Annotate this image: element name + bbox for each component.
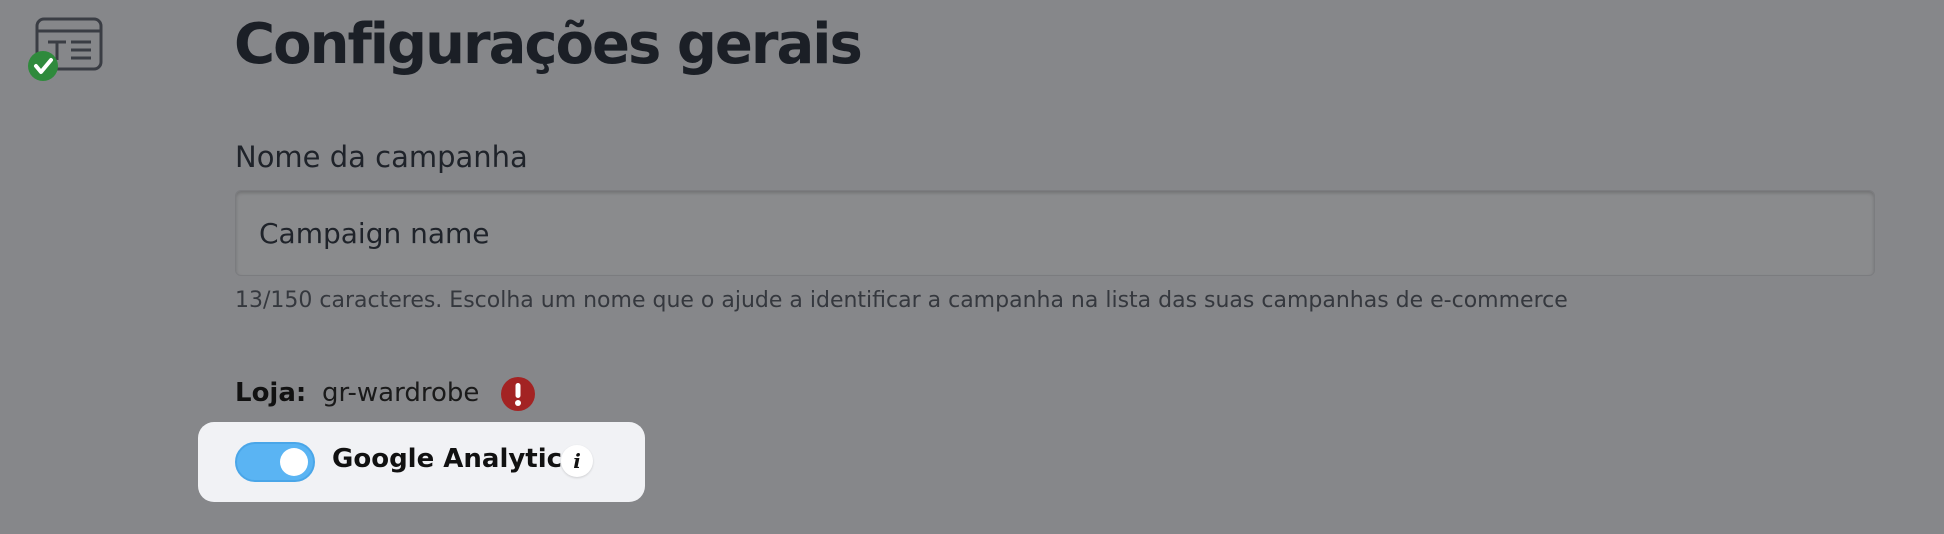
campaign-name-label: Nome da campanha <box>235 140 528 174</box>
exclamation-alert-icon[interactable] <box>501 377 535 411</box>
form-text-check-icon <box>28 17 103 81</box>
store-label: Loja: <box>235 378 307 408</box>
google-analytics-toggle[interactable] <box>235 442 315 482</box>
store-value: gr-wardrobe <box>322 378 480 408</box>
google-analytics-label: Google Analytics <box>332 444 578 474</box>
google-analytics-card: Google Analytics i <box>198 422 645 502</box>
campaign-name-helper-text: 13/150 caracteres. Escolha um nome que o… <box>235 288 1568 313</box>
toggle-knob <box>280 448 308 476</box>
page-title: Configurações gerais <box>234 12 863 77</box>
info-icon[interactable]: i <box>561 445 593 477</box>
campaign-name-input[interactable] <box>235 190 1875 276</box>
